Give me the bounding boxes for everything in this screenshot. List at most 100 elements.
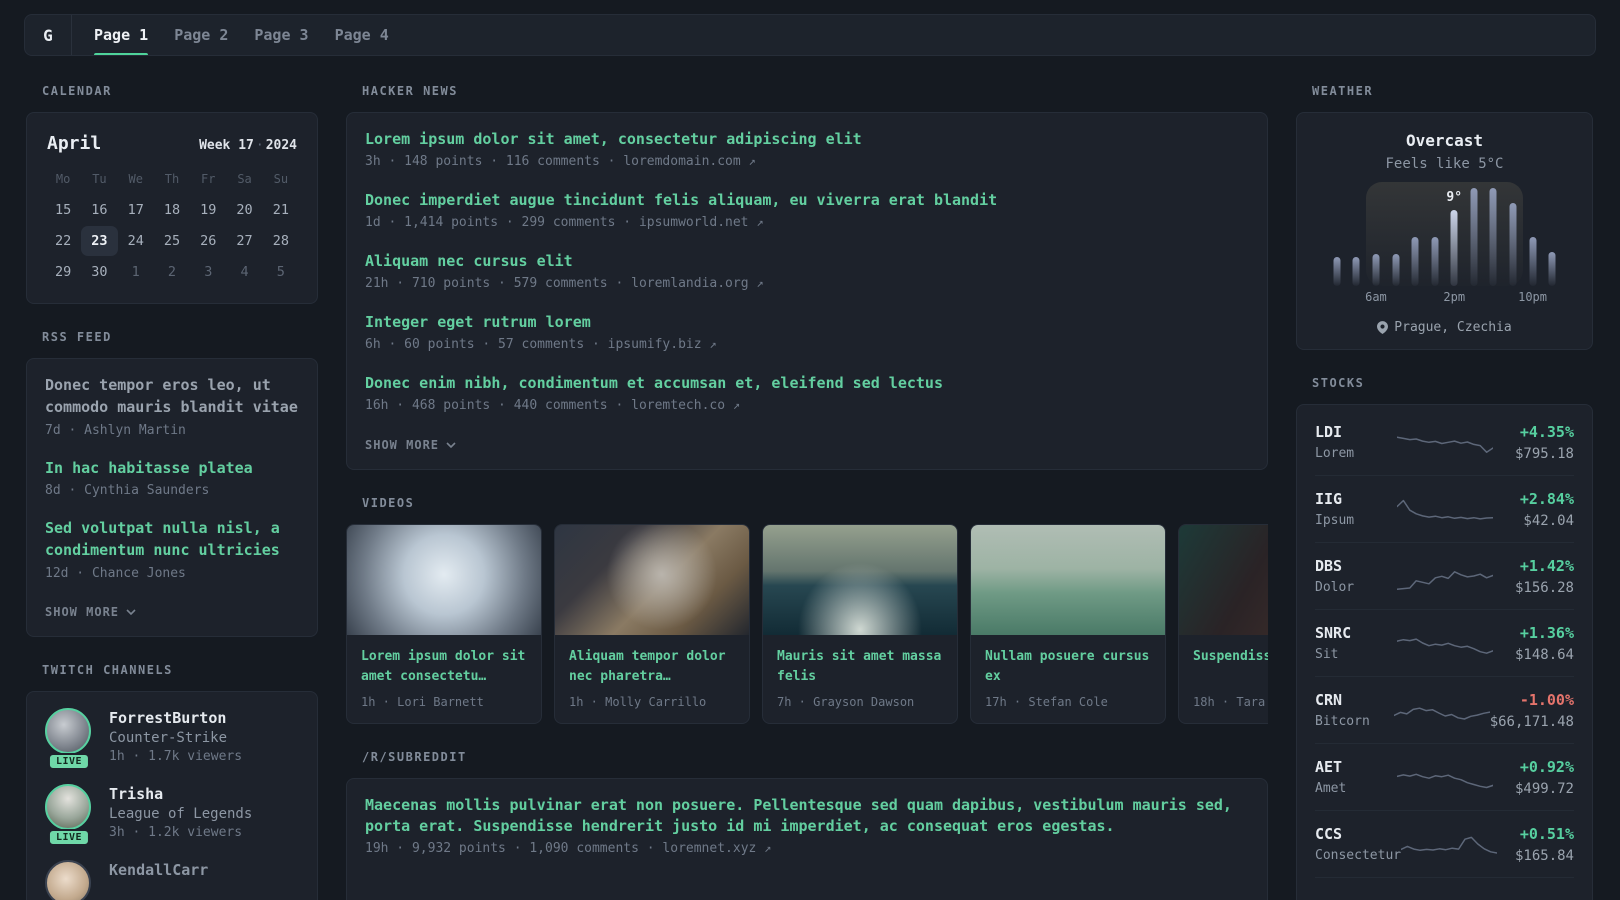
rss-item: Sed volutpat nulla nisl, a condimentum n… xyxy=(45,518,299,581)
calendar-day: 3 xyxy=(204,264,213,280)
hn-story-link[interactable]: Integer eget rutrum lorem xyxy=(365,312,1249,333)
calendar-weekday-label: Th xyxy=(164,172,180,186)
channel-name-link[interactable]: KendallCarr xyxy=(109,861,208,879)
hn-story-link[interactable]: Lorem ipsum dolor sit amet, consectetur … xyxy=(365,129,1249,150)
calendar-day: 5 xyxy=(276,264,285,280)
hn-story-link[interactable]: Donec enim nibh, condimentum et accumsan… xyxy=(365,373,1249,394)
calendar-weekday-label: Su xyxy=(273,172,289,186)
calendar-weekday-label: Tu xyxy=(92,172,107,186)
external-link-icon: ↗ xyxy=(756,215,764,229)
reddit-post-domain-link[interactable]: loremnet.xyz xyxy=(662,841,756,856)
hn-show-more-button[interactable]: SHOW MORE xyxy=(365,438,456,452)
section-title-subreddit: /R/SUBREDDIT xyxy=(362,750,467,764)
stock-price: $795.18 xyxy=(1514,445,1574,462)
hn-story-link[interactable]: Donec imperdiet augue tincidunt felis al… xyxy=(365,190,1249,211)
hn-story-link[interactable]: Aliquam nec cursus elit xyxy=(365,251,1249,272)
hn-story-meta: 16h · 468 points · 440 comments · loremt… xyxy=(365,398,741,413)
calendar-day: 19 xyxy=(200,202,217,218)
rss-item-link[interactable]: Sed volutpat nulla nisl, a condimentum n… xyxy=(45,518,299,562)
weather-time-label: 2pm xyxy=(1443,290,1466,304)
calendar-day: 17 xyxy=(127,202,144,218)
stock-row[interactable]: SNRC Sit +1.36% $148.64 xyxy=(1315,609,1574,676)
stock-row[interactable]: CCS Consectetur +0.51% $165.84 xyxy=(1315,810,1574,877)
stock-change: +1.42% xyxy=(1519,556,1574,575)
calendar-weekday-label: Sa xyxy=(237,172,252,186)
hn-story-domain-link[interactable]: loremtech.co xyxy=(631,398,725,413)
avatar: LIVE xyxy=(45,707,93,770)
stocks-widget: STOCKS LDI Lorem +4.35% $795.18 IIG Ipsum +… xyxy=(1296,376,1593,900)
calendar-card: April Week 17 · 2024 Mo Tu We Th Fr Sa Su 15 16 17 1… xyxy=(26,112,318,304)
video-title-link[interactable]: Lorem ipsum dolor sit amet consectetu… xyxy=(361,647,527,689)
channel-category[interactable]: League of Legends xyxy=(109,806,252,822)
twitch-channel-row[interactable]: KendallCarr xyxy=(45,859,299,900)
rss-item-link[interactable]: In hac habitasse platea xyxy=(45,458,299,480)
channel-info: KendallCarr xyxy=(109,860,208,900)
calendar-day: 15 xyxy=(55,202,72,218)
rss-item: Donec tempor eros leo, ut commodo mauris… xyxy=(45,375,299,438)
hn-story-domain-link[interactable]: ipsumworld.net xyxy=(639,215,749,230)
twitch-channel-row[interactable]: LIVE Trisha League of Legends 3h · 1.2k … xyxy=(45,783,299,846)
video-card[interactable]: Nullam posuere cursus ex 17h · Stefan Co… xyxy=(970,524,1166,724)
stock-sparkline xyxy=(1396,436,1493,453)
hn-story-domain-link[interactable]: loremlandia.org xyxy=(631,276,748,291)
stock-row[interactable]: AHS +0.46% xyxy=(1315,877,1574,900)
weather-hour-column xyxy=(1386,188,1406,286)
channel-category[interactable]: Counter-Strike xyxy=(109,730,242,746)
rss-item-link[interactable]: Donec tempor eros leo, ut commodo mauris… xyxy=(45,375,299,419)
video-meta: 1h · Molly Carrillo xyxy=(569,695,707,709)
hackernews-widget: HACKER NEWS Lorem ipsum dolor sit amet, … xyxy=(346,84,1268,470)
hn-story-meta: 21h · 710 points · 579 comments · loreml… xyxy=(365,276,764,291)
weather-hour-column: 9° 2pm xyxy=(1443,188,1465,304)
calendar-day: 21 xyxy=(272,202,289,218)
tab-page-1[interactable]: Page 1 xyxy=(94,15,149,55)
rss-item-meta: 8d · Cynthia Saunders xyxy=(45,483,210,499)
stock-name: Bitcorn xyxy=(1315,714,1370,729)
stock-row[interactable]: IIG Ipsum +2.84% $42.04 xyxy=(1315,475,1574,542)
weather-bar xyxy=(1352,256,1360,286)
topbar: G Page 1 Page 2 Page 3 Page 4 xyxy=(24,14,1596,56)
rss-show-more-button[interactable]: SHOW MORE xyxy=(45,605,136,619)
stock-row[interactable]: CRN Bitcorn -1.00% $66,171.48 xyxy=(1315,676,1574,743)
calendar-day: 28 xyxy=(272,233,289,249)
dot-separator: · xyxy=(646,841,655,856)
reddit-post: Maecenas mollis pulvinar erat non posuer… xyxy=(365,795,1249,856)
stock-sparkline xyxy=(1396,499,1493,520)
stock-row[interactable]: AET Amet +0.92% $499.72 xyxy=(1315,743,1574,810)
calendar-day: 2 xyxy=(167,264,177,280)
section-title-calendar: CALENDAR xyxy=(42,84,112,98)
video-card[interactable]: Lorem ipsum dolor sit amet consectetu… 1… xyxy=(346,524,542,724)
rss-widget: RSS FEED Donec tempor eros leo, ut commo… xyxy=(26,330,318,637)
reddit-post-link[interactable]: Maecenas mollis pulvinar erat non posuer… xyxy=(365,795,1249,837)
stock-row[interactable]: LDI Lorem +4.35% $795.18 xyxy=(1315,409,1574,475)
reddit-post-meta: 19h · 9,932 points · 1,090 comments · lo… xyxy=(365,841,772,856)
weather-bar xyxy=(1470,188,1478,286)
channel-avatar-image xyxy=(45,707,91,754)
video-card[interactable]: Mauris sit amet massa felis 7h · Grayson… xyxy=(762,524,958,724)
tab-page-4[interactable]: Page 4 xyxy=(335,15,389,55)
channel-avatar-image xyxy=(45,859,91,900)
section-title-stocks: STOCKS xyxy=(1312,376,1365,390)
stock-change: -1.00% xyxy=(1519,690,1574,709)
hn-story-domain-link[interactable]: loremdomain.com xyxy=(623,154,740,169)
twitch-channel-row[interactable]: LIVE ForrestBurton Counter-Strike 1h · 1… xyxy=(45,707,299,770)
video-card[interactable]: Aliquam tempor dolor nec pharetra… 1h · … xyxy=(554,524,750,724)
video-info: Suspendisse diam 18h · Tara xyxy=(1179,635,1268,723)
video-thumbnail xyxy=(555,525,749,635)
app-logo[interactable]: G xyxy=(25,15,71,55)
channel-name-link[interactable]: Trisha xyxy=(109,785,163,803)
video-title-link[interactable]: Mauris sit amet massa felis xyxy=(777,647,943,689)
tab-page-3[interactable]: Page 3 xyxy=(254,15,308,55)
video-card[interactable]: Suspendisse diam 18h · Tara xyxy=(1178,524,1268,724)
video-title-link[interactable]: Suspendisse diam xyxy=(1193,647,1268,689)
video-title-link[interactable]: Aliquam tempor dolor nec pharetra… xyxy=(569,647,735,689)
hn-story-domain-link[interactable]: ipsumify.biz xyxy=(608,337,702,352)
channel-name-link[interactable]: ForrestBurton xyxy=(109,709,226,727)
live-badge: LIVE xyxy=(47,752,91,770)
left-column: CALENDAR April Week 17 · 2024 Mo Tu We Th Fr Sa… xyxy=(26,84,318,900)
calendar-header: April Week 17 · 2024 xyxy=(45,129,299,164)
video-title-link[interactable]: Nullam posuere cursus ex xyxy=(985,647,1151,689)
stock-row[interactable]: DBS Dolor +1.42% $156.28 xyxy=(1315,542,1574,609)
hn-story: Integer eget rutrum lorem 6h · 60 points… xyxy=(365,312,1249,352)
tab-page-2[interactable]: Page 2 xyxy=(174,15,228,55)
weather-hourly-chart: 6am 9° 2pm 10pm xyxy=(1327,182,1562,306)
